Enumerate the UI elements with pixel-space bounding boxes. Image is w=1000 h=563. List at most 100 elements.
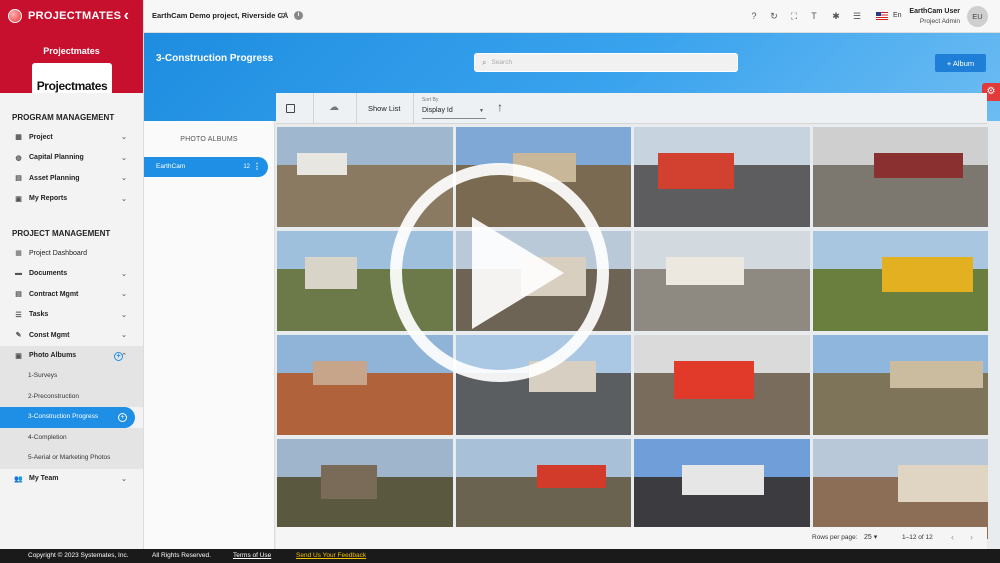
sidebar-item-documents[interactable]: ▬ Documents ⌄ (0, 264, 143, 285)
photo-icon: ▣ (15, 352, 22, 360)
photo-thumbnail[interactable] (812, 231, 988, 331)
sidebar-item-project-dashboard[interactable]: ▦ Project Dashboard (0, 243, 143, 264)
photo-building (313, 361, 367, 385)
collapse-sidebar-icon[interactable]: ‹ (124, 7, 129, 25)
sidebar-item-contract-mgmt[interactable]: ▤ Contract Mgmt ⌄ (0, 284, 143, 305)
photo-thumbnail[interactable] (634, 127, 810, 227)
more-vertical-icon[interactable]: ⋮ (253, 157, 261, 177)
fullscreen-icon[interactable]: ⛶ (788, 11, 800, 22)
album-item-construction-progress[interactable]: 3-Construction Progress + (0, 407, 135, 428)
chevron-down-icon: ⌄ (121, 154, 127, 162)
sort-direction-arrow-icon[interactable]: ↑ (497, 100, 503, 114)
project-name[interactable]: EarthCam Demo project, Riverside CA (152, 11, 288, 20)
photo-thumbnail[interactable] (812, 335, 988, 435)
info-icon[interactable]: i (294, 11, 303, 20)
chevron-down-icon: ⌄ (121, 291, 127, 299)
sort-by-label: Sort By (422, 97, 439, 103)
us-flag-icon[interactable] (876, 12, 888, 20)
album-panel-heading: PHOTO ALBUMS (180, 136, 238, 143)
brand-subtitle: Projectmates (43, 46, 100, 56)
photo-thumbnail[interactable] (277, 439, 453, 539)
photo-thumbnail[interactable] (812, 127, 988, 227)
page-title: 3-Construction Progress (156, 53, 274, 64)
toolbar-divider (413, 93, 414, 124)
brand-header: PROJECTMATES ‹ Projectmates Projectmates (0, 0, 143, 93)
add-album-button[interactable]: + Album (935, 54, 986, 72)
photo-building (873, 153, 963, 178)
list-icon[interactable]: ☰ (851, 11, 863, 22)
sidebar-item-my-reports[interactable]: ▣ My Reports ⌄ (0, 189, 143, 210)
photo-building (666, 257, 744, 285)
album-item-preconstruction[interactable]: 2-Preconstruction (0, 386, 143, 407)
photo-building (321, 465, 377, 499)
chevron-down-icon: ⌄ (121, 134, 127, 142)
album-count: 12 (243, 164, 250, 170)
chevron-up-icon: ⌃ (121, 352, 127, 360)
sort-by-select[interactable]: Display Id ▼ (422, 107, 486, 119)
chevron-down-icon: ⌄ (121, 270, 127, 278)
photo-building (889, 361, 983, 388)
search-input[interactable] (491, 59, 712, 66)
sidebar-item-capital-planning[interactable]: ◍ Capital Planning ⌄ (0, 148, 143, 169)
photo-thumbnail[interactable] (634, 439, 810, 539)
team-icon: 👥 (14, 475, 23, 483)
search-box[interactable]: ⌕ (474, 53, 738, 72)
rights-text: All Rights Reserved. (152, 552, 211, 559)
chevron-down-icon: ⌄ (121, 475, 127, 483)
program-management-heading: PROGRAM MANAGEMENT (12, 113, 115, 122)
user-role: Project Admin (919, 18, 960, 25)
rows-per-page-label: Rows per page: (812, 534, 858, 541)
sidebar-item-project[interactable]: ▦ Project ⌄ (0, 127, 143, 148)
photo-thumbnail[interactable] (634, 335, 810, 435)
video-play-button[interactable] (390, 163, 609, 382)
globe-icon: ◍ (15, 154, 22, 162)
cloud-upload-icon[interactable]: ☁ (329, 102, 339, 113)
photo-building (881, 257, 973, 292)
language-selector[interactable]: En (893, 12, 902, 19)
sidebar-item-photo-albums[interactable]: ▣ Photo Albums + ⌃ (0, 345, 143, 366)
photo-thumbnail[interactable] (634, 231, 810, 331)
refresh-icon[interactable]: ↻ (768, 11, 780, 22)
album-item-surveys[interactable]: 1-Surveys (0, 366, 143, 387)
next-page-icon[interactable]: › (970, 532, 973, 542)
chevron-down-icon: ⌄ (121, 195, 127, 203)
photo-building (674, 361, 754, 399)
add-icon[interactable]: + (118, 413, 127, 422)
photo-thumbnail[interactable] (812, 439, 988, 539)
brand-logo-icon (8, 9, 22, 23)
sidebar-item-asset-planning[interactable]: ▤ Asset Planning ⌄ (0, 168, 143, 189)
user-name: EarthCam User (909, 8, 960, 15)
show-list-button[interactable]: Show List (368, 104, 401, 113)
photo-building (897, 465, 988, 502)
sidebar-item-tasks[interactable]: ☰ Tasks ⌄ (0, 305, 143, 326)
chevron-down-icon: ⌄ (121, 311, 127, 319)
wrench-icon: ✎ (15, 332, 22, 340)
feedback-link[interactable]: Send Us Your Feedback (296, 552, 366, 559)
swap-project-icon[interactable]: ⇄ (280, 10, 288, 21)
sidebar-item-my-team[interactable]: 👥 My Team ⌄ (0, 469, 143, 490)
avatar[interactable]: EU (967, 6, 988, 27)
pagination: Rows per page: 25 ▾ 1–12 of 12 ‹ › (276, 527, 987, 549)
top-bar: EarthCam Demo project, Riverside CA ⇄ i … (144, 0, 1000, 33)
building-icon: ▦ (15, 134, 22, 142)
album-earthcam[interactable]: EarthCam 12 ⋮ (144, 157, 268, 177)
bug-icon[interactable]: ✱ (830, 11, 842, 22)
toolbar-divider (313, 93, 314, 124)
help-icon[interactable]: ? (748, 11, 760, 21)
rows-per-page-select[interactable]: 25 ▾ (864, 533, 877, 541)
project-management-heading: PROJECT MANAGEMENT (12, 229, 111, 238)
copyright-text: Copyright © 2023 Systemates, Inc. (28, 552, 129, 559)
text-size-icon[interactable]: T (808, 11, 820, 21)
sidebar-item-const-mgmt[interactable]: ✎ Const Mgmt ⌄ (0, 325, 143, 346)
sidebar: PROJECTMATES ‹ Projectmates Projectmates… (0, 0, 144, 549)
dropdown-arrow-icon: ▼ (479, 108, 484, 114)
photo-building (305, 257, 357, 289)
contract-icon: ▤ (15, 291, 22, 299)
toolbar-divider (356, 93, 357, 124)
terms-of-use-link[interactable]: Terms of Use (233, 552, 271, 559)
album-item-aerial-marketing[interactable]: 5-Aerial or Marketing Photos (0, 448, 143, 469)
select-all-checkbox[interactable] (286, 104, 295, 113)
previous-page-icon[interactable]: ‹ (951, 532, 954, 542)
photo-thumbnail[interactable] (455, 439, 631, 539)
album-item-completion[interactable]: 4-Completion (0, 427, 143, 448)
